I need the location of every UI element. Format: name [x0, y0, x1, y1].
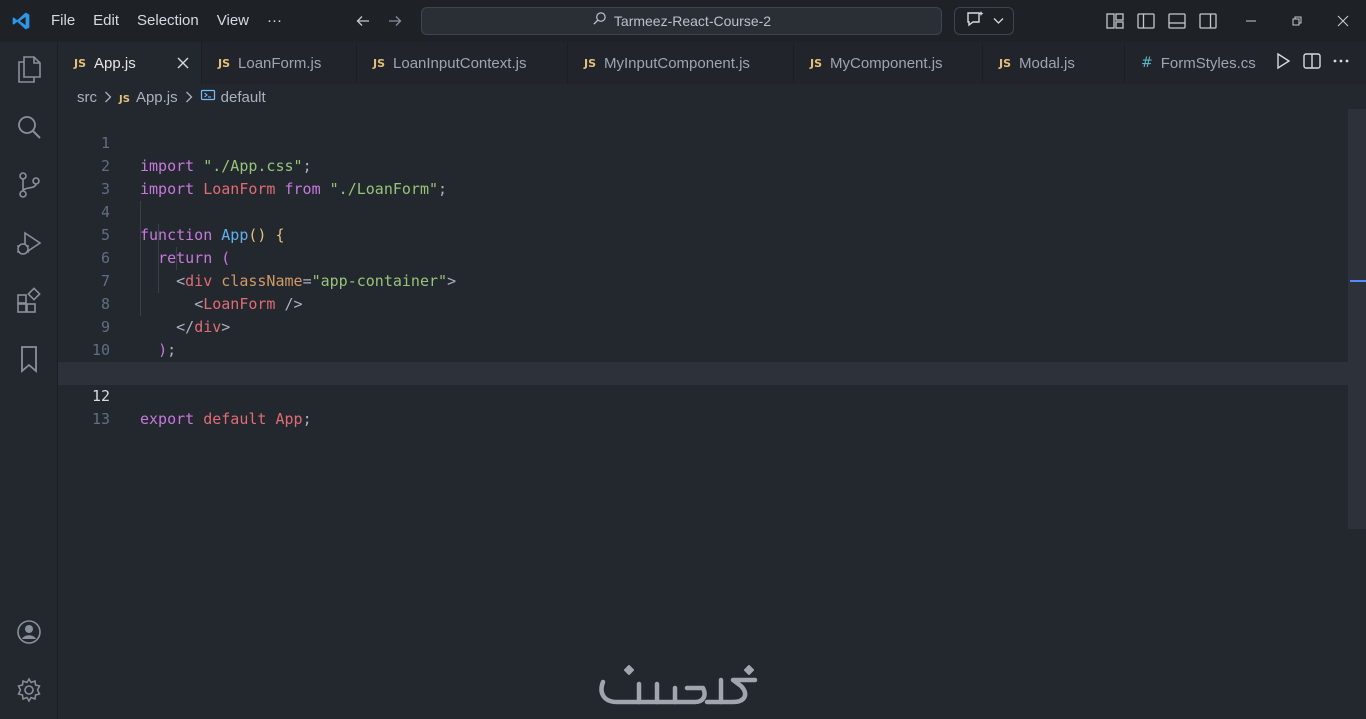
js-file-icon: JS: [999, 56, 1012, 70]
js-file-icon: JS: [810, 56, 823, 70]
minimize-icon[interactable]: [1228, 0, 1274, 42]
editor-tab-bar: JS App.js JS LoanForm.js JS LoanInputCon…: [58, 42, 1366, 84]
toggle-panel-icon[interactable]: [1166, 8, 1188, 34]
search-icon: [592, 11, 607, 31]
code-line: 1 import "./App.css";: [58, 109, 1348, 175]
code-line: 5 return (: [58, 201, 1348, 267]
settings-gear-icon[interactable]: [12, 673, 46, 707]
js-file-icon: JS: [373, 56, 386, 70]
code-line: 10 }: [58, 316, 1348, 382]
command-center-search[interactable]: Tarmeez-React-Course-2: [421, 7, 942, 35]
tab-loaninputcontext-js[interactable]: JS LoanInputContext.js: [357, 42, 568, 84]
tab-modal-js[interactable]: JS Modal.js: [983, 42, 1125, 84]
activity-bar: [0, 42, 58, 719]
scrollbar-cursor-marker: [1350, 280, 1366, 282]
css-file-icon: #: [1141, 55, 1153, 71]
breadcrumb: src JS App.js default: [77, 86, 266, 108]
chat-sparkle-icon: [965, 10, 985, 33]
search-text: Tarmeez-React-Course-2: [613, 13, 772, 29]
run-debug-icon[interactable]: [12, 226, 46, 260]
layout-controls: [1104, 8, 1219, 34]
close-icon[interactable]: [175, 55, 191, 71]
code-line: 4 function App() {: [58, 178, 1348, 244]
menu-edit[interactable]: Edit: [84, 7, 128, 35]
code-line-current: 12 export default App;: [58, 362, 1348, 428]
code-line: 3: [58, 155, 1348, 198]
watermark-logo-graphic: [599, 665, 758, 705]
bookmarks-icon[interactable]: [12, 342, 46, 376]
menu-bar: File Edit Selection View ···: [42, 0, 291, 42]
chevron-right-icon: [101, 91, 115, 103]
js-file-icon: JS: [218, 56, 231, 70]
chat-button[interactable]: [954, 7, 1014, 35]
js-file-icon: JS: [74, 56, 87, 70]
vscode-logo-icon: [0, 0, 42, 42]
restore-icon[interactable]: [1274, 0, 1320, 42]
navigation-arrows: [352, 8, 406, 34]
code-line: 8 </div>: [58, 270, 1348, 336]
vertical-scrollbar[interactable]: [1348, 109, 1366, 529]
menu-more[interactable]: ···: [258, 7, 291, 35]
tab-label: MyComponent.js: [830, 54, 943, 72]
search-icon[interactable]: [12, 110, 46, 144]
tab-label: LoanForm.js: [238, 54, 322, 72]
explorer-icon[interactable]: [12, 52, 46, 86]
tab-myinputcomponent-js[interactable]: JS MyInputComponent.js: [568, 42, 794, 84]
account-icon[interactable]: [12, 615, 46, 649]
breadcrumb-symbol[interactable]: default: [200, 87, 266, 107]
tab-app-js[interactable]: JS App.js: [58, 42, 202, 84]
window-controls: [1228, 0, 1366, 42]
code-editor[interactable]: 1 import "./App.css"; 2 import LoanForm …: [58, 109, 1348, 719]
js-file-icon: JS: [119, 93, 130, 105]
menu-selection[interactable]: Selection: [128, 7, 208, 35]
tab-label: FormStyles.cs: [1160, 54, 1256, 72]
back-arrow-icon[interactable]: [352, 8, 374, 34]
tab-mycomponent-js[interactable]: JS MyComponent.js: [794, 42, 983, 84]
split-editor-icon[interactable]: [1302, 52, 1322, 75]
more-actions-icon[interactable]: [1332, 52, 1350, 75]
toggle-primary-sidebar-icon[interactable]: [1135, 8, 1157, 34]
tab-label: LoanInputContext.js: [393, 54, 527, 72]
line-number: 13: [91, 410, 110, 428]
forward-arrow-icon[interactable]: [384, 8, 406, 34]
title-bar: File Edit Selection View ··· Tarmeez-Rea…: [0, 0, 1366, 42]
code-line: 9 );: [58, 293, 1348, 359]
breadcrumb-file-label: App.js: [135, 88, 178, 106]
code-line: 2 import LoanForm from "./LoanForm";: [58, 132, 1348, 198]
symbol-variable-icon: [200, 87, 216, 107]
run-icon[interactable]: [1274, 52, 1292, 75]
tab-label: App.js: [94, 54, 136, 72]
code-text: export default App;: [140, 410, 312, 428]
menu-view[interactable]: View: [208, 7, 258, 35]
js-file-icon: JS: [584, 56, 597, 70]
code-line: 6 <div className="app-container">: [58, 224, 1348, 290]
code-line: 13: [58, 385, 1348, 428]
code-line: 11: [58, 339, 1348, 382]
extensions-icon[interactable]: [12, 284, 46, 318]
editor-actions: [1266, 42, 1366, 84]
toggle-secondary-sidebar-icon[interactable]: [1197, 8, 1219, 34]
watermark-logo: [595, 662, 767, 708]
chevron-right-icon: [182, 91, 196, 103]
chevron-down-icon: [993, 12, 1004, 30]
customize-layout-icon[interactable]: [1104, 8, 1126, 34]
code-line: 7 <LoanForm />: [58, 247, 1348, 313]
source-control-icon[interactable]: [12, 168, 46, 202]
tab-loanform-js[interactable]: JS LoanForm.js: [202, 42, 357, 84]
close-window-icon[interactable]: [1320, 0, 1366, 42]
tab-label: MyInputComponent.js: [604, 54, 750, 72]
menu-file[interactable]: File: [42, 7, 84, 35]
breadcrumb-folder[interactable]: src: [77, 89, 97, 106]
breadcrumb-file[interactable]: JS App.js: [119, 89, 178, 106]
tab-label: Modal.js: [1019, 54, 1075, 72]
breadcrumb-symbol-label: default: [220, 88, 266, 106]
